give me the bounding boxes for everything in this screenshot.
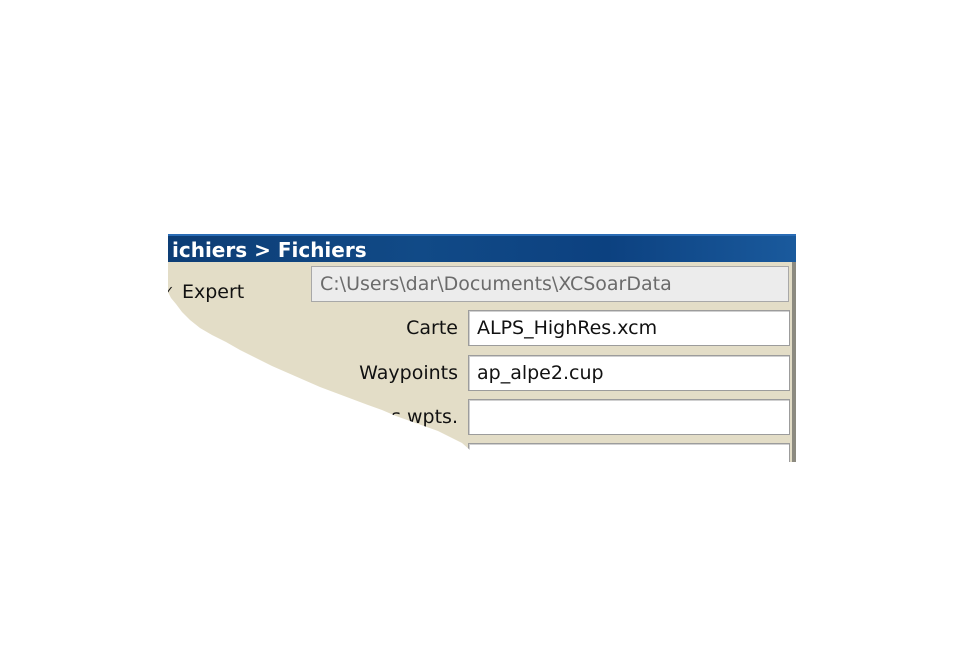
torn-edge-mask	[168, 292, 472, 462]
files-config-dialog: ichiers > Fichiers ✓ Expert C:\Users\dar…	[168, 234, 796, 462]
